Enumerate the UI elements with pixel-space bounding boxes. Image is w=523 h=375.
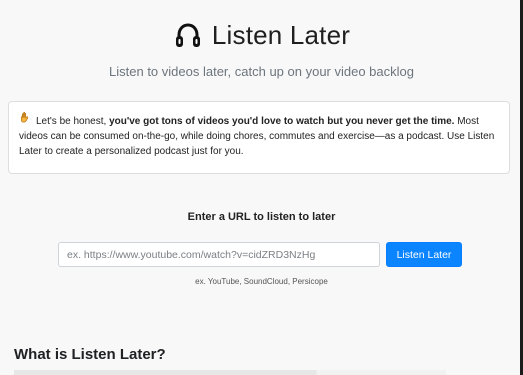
what-is-listen-later-heading: What is Listen Later? xyxy=(14,346,166,363)
url-examples: ex. YouTube, SoundCloud, Persicope xyxy=(195,277,328,286)
notice-prefix: Let's be honest, xyxy=(36,116,110,127)
title-row: Listen Later xyxy=(173,20,350,51)
intro-notice: Let's be honest, you've got tons of vide… xyxy=(8,101,510,174)
section-text-cutoff xyxy=(14,370,446,375)
notice-highlight: you've got tons of videos you'd love to … xyxy=(109,116,455,127)
page-subtitle: Listen to videos later, catch up on your… xyxy=(109,63,414,79)
listen-later-button[interactable]: Listen Later xyxy=(386,242,462,267)
url-input[interactable] xyxy=(58,242,380,267)
url-form-label: Enter a URL to listen to later xyxy=(187,211,336,223)
listen-later-page: Listen Later Listen to videos later, cat… xyxy=(0,0,523,375)
page-title: Listen Later xyxy=(211,20,351,50)
headphones-icon xyxy=(173,21,203,51)
raised-hand-icon xyxy=(19,111,33,129)
page-header: Listen Later Listen to videos later, cat… xyxy=(0,20,523,79)
